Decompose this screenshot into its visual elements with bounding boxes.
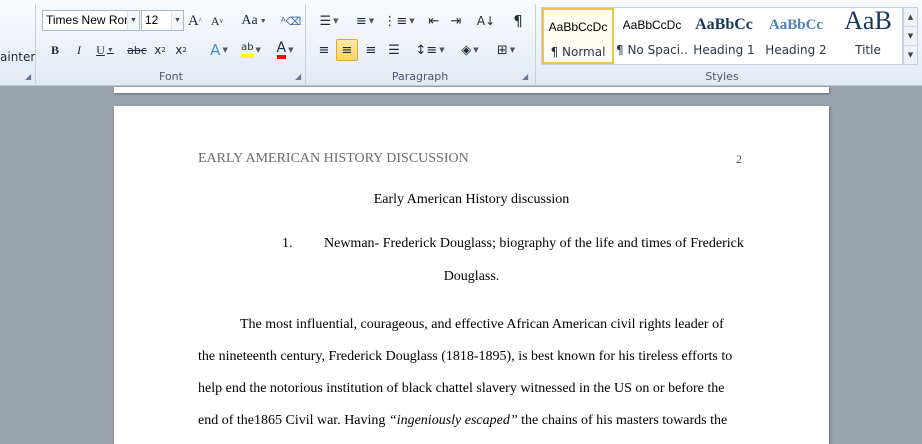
align-left-button[interactable]: ≡ xyxy=(314,39,334,61)
document-title: Early American History discussion xyxy=(373,192,570,207)
bullets-button[interactable]: ☰ ▼ xyxy=(314,10,344,32)
document-page[interactable]: EARLY AMERICAN HISTORY DISCUSSION 2 Earl… xyxy=(114,106,829,444)
change-case-button[interactable]: Aa ▼ xyxy=(240,10,268,32)
sort-button[interactable]: A↓ xyxy=(476,10,496,32)
italic-quote: “ingeniously escaped” xyxy=(388,413,518,428)
shrink-font-button[interactable]: Av xyxy=(208,10,226,32)
style-sample: AaBbCcDc xyxy=(622,18,682,32)
paragraph-launcher-icon[interactable]: ◢ xyxy=(522,72,531,81)
text-run: the chains of his masters towards the xyxy=(517,413,728,428)
list-number: 1. xyxy=(282,236,293,251)
styles-group-label: Styles xyxy=(705,70,739,83)
font-color-icon: A xyxy=(276,41,287,59)
page-number: 2 xyxy=(736,152,742,166)
shading-button[interactable]: ◈ ▼ xyxy=(456,39,484,61)
increase-indent-button[interactable]: ⇥ xyxy=(446,10,466,32)
style-name: Heading 2 xyxy=(765,43,827,57)
font-launcher-icon[interactable]: ◢ xyxy=(295,72,304,81)
style-name: Title xyxy=(855,43,881,57)
font-group-label: Font xyxy=(159,70,183,83)
ribbon: ainter ◢ Times New Rom ▼ 12 ▼ A ^ Av Aa ▼ … xyxy=(0,0,922,86)
numbering-button[interactable]: ≡ ▼ xyxy=(350,10,380,32)
style-normal[interactable]: AaBbCcDc ¶ Normal xyxy=(542,8,614,64)
paragraph-line: end of the1865 Civil war. Having “ingeni… xyxy=(198,413,727,429)
font-size-value: 12 xyxy=(145,13,159,27)
group-separator xyxy=(35,4,36,84)
chevron-up-icon[interactable]: ▲ xyxy=(904,8,917,27)
paragraph-line: the nineteenth century, Frederick Dougla… xyxy=(198,349,733,364)
paragraph-line: The most influential, courageous, and ef… xyxy=(240,317,724,332)
font-size-combo[interactable]: 12 ▼ xyxy=(141,10,184,31)
highlighter-icon: ab xyxy=(241,42,254,58)
gallery-scrollbar[interactable]: ▲ ▼ ▼ xyxy=(903,7,918,65)
italic-button[interactable]: I xyxy=(70,39,88,61)
chevron-down-icon[interactable]: ▼ xyxy=(127,11,139,30)
line-spacing-button[interactable]: ↕≡ ▼ xyxy=(415,39,444,61)
style-name: Heading 1 xyxy=(693,43,755,57)
strikethrough-button[interactable]: abc xyxy=(126,39,148,61)
running-head: EARLY AMERICAN HISTORY DISCUSSION xyxy=(198,151,469,166)
previous-page-edge xyxy=(114,87,829,93)
clear-formatting-icon[interactable]: ᴬ⌫ xyxy=(281,10,301,32)
align-center-button[interactable]: ≡ xyxy=(336,39,358,61)
justify-button[interactable]: ☰ xyxy=(384,39,404,61)
underline-button[interactable]: U ▼ xyxy=(92,39,118,61)
show-formatting-button[interactable]: ¶ xyxy=(508,10,528,32)
style-heading-2[interactable]: AaBbCc Heading 2 xyxy=(760,8,832,64)
text-effects-button[interactable]: A ▼ xyxy=(205,39,233,61)
format-painter-label[interactable]: ainter xyxy=(0,50,35,64)
multilevel-list-button[interactable]: ⋮≡ ▼ xyxy=(383,10,414,32)
style-no-spacing[interactable]: AaBbCcDc ¶ No Spaci... xyxy=(616,8,688,64)
list-item-line: Newman- Frederick Douglass; biography of… xyxy=(324,236,744,251)
style-name: ¶ Normal xyxy=(550,45,606,59)
paragraph-line: help end the notorious institution of bl… xyxy=(198,381,725,396)
font-family-combo[interactable]: Times New Rom ▼ xyxy=(42,10,140,31)
style-sample: AaBbCcDc xyxy=(548,20,608,34)
grow-font-button[interactable]: A ^ xyxy=(186,10,204,32)
font-family-value: Times New Rom xyxy=(46,13,135,27)
group-separator xyxy=(305,4,306,84)
style-sample: AaB xyxy=(844,6,892,35)
style-heading-1[interactable]: AaBbCc Heading 1 xyxy=(688,8,760,64)
decrease-indent-button[interactable]: ⇤ xyxy=(424,10,444,32)
group-separator xyxy=(535,4,536,84)
chevron-down-icon[interactable]: ▼ xyxy=(904,27,917,46)
superscript-button[interactable]: x2 xyxy=(172,39,190,61)
borders-button[interactable]: ⊞ ▼ xyxy=(492,39,520,61)
more-icon[interactable]: ▼ xyxy=(904,46,917,65)
style-title[interactable]: AaB Title xyxy=(832,6,904,64)
styles-gallery: AaBbCcDc ¶ Normal AaBbCcDc ¶ No Spaci...… xyxy=(541,6,904,65)
subscript-button[interactable]: x2 xyxy=(151,39,169,61)
chevron-down-icon[interactable]: ▼ xyxy=(171,11,183,30)
style-sample: AaBbCc xyxy=(768,17,824,33)
font-color-button[interactable]: A ▼ xyxy=(270,39,300,61)
style-name: ¶ No Spaci... xyxy=(616,43,688,57)
clipboard-launcher-icon[interactable]: ◢ xyxy=(25,72,34,81)
text-run: end of the1865 Civil war. Having xyxy=(198,413,389,428)
style-sample: AaBbCc xyxy=(695,16,753,33)
list-item-line: Douglass. xyxy=(443,269,500,284)
highlight-button[interactable]: ab ▼ xyxy=(236,39,266,61)
bold-button[interactable]: B xyxy=(46,39,64,61)
paragraph-group-label: Paragraph xyxy=(391,70,449,83)
align-right-button[interactable]: ≡ xyxy=(361,39,381,61)
